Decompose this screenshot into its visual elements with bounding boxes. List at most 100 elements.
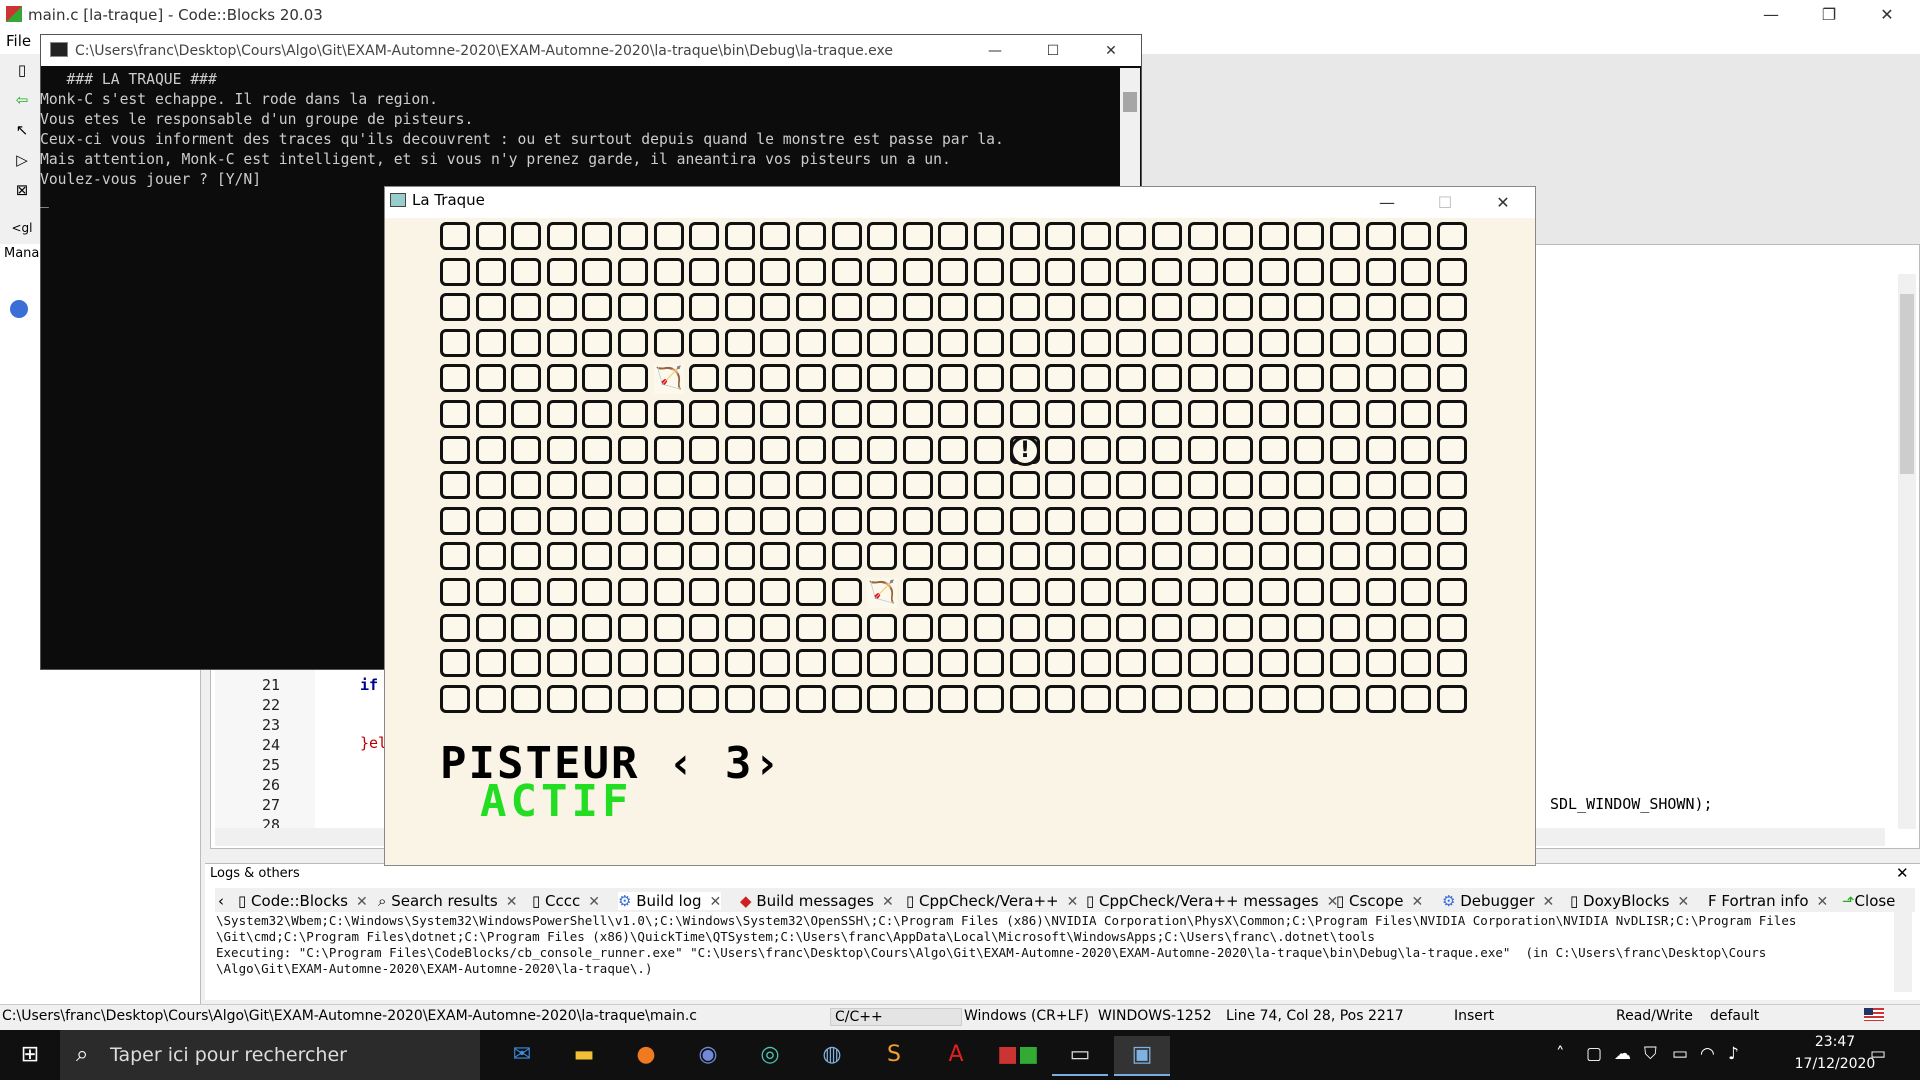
grid-cell[interactable] [1437, 507, 1467, 535]
grid-cell[interactable] [725, 329, 755, 357]
grid-cell[interactable] [1188, 400, 1218, 428]
grid-cell[interactable] [476, 329, 506, 357]
grid-cell[interactable] [1330, 542, 1360, 570]
grid-cell[interactable] [903, 258, 933, 286]
grid-cell[interactable] [1366, 364, 1396, 392]
meet-now-icon[interactable]: ▢ [1586, 1044, 1602, 1064]
grid-cell[interactable] [938, 614, 968, 642]
volume-icon[interactable]: ♪ [1728, 1044, 1739, 1064]
grid-cell[interactable] [476, 364, 506, 392]
grid-cell[interactable] [654, 400, 684, 428]
grid-cell[interactable] [1045, 293, 1075, 321]
grid-cell[interactable] [796, 400, 826, 428]
grid-cell[interactable] [1010, 685, 1040, 713]
grid-cell[interactable] [867, 649, 897, 677]
grid-cell[interactable] [1081, 329, 1111, 357]
grid-cell[interactable] [903, 649, 933, 677]
grid-cell[interactable] [1223, 649, 1253, 677]
grid-cell[interactable] [1437, 685, 1467, 713]
grid-cell[interactable] [903, 400, 933, 428]
grid-cell[interactable] [1437, 329, 1467, 357]
grid-cell[interactable] [1259, 364, 1289, 392]
grid-cell[interactable] [867, 507, 897, 535]
grid-cell[interactable] [1081, 578, 1111, 606]
log-scrollbar[interactable] [1894, 912, 1912, 992]
grid-cell[interactable] [1152, 507, 1182, 535]
tab-cppcheck[interactable]: ▯ CppCheck/Vera++ ✕ [906, 892, 1078, 910]
grid-cell[interactable] [440, 364, 470, 392]
grid-cell[interactable] [796, 471, 826, 499]
grid-cell[interactable] [1188, 542, 1218, 570]
tab-build-log[interactable]: ⚙ Build log ✕ [618, 892, 722, 910]
grid-cell[interactable] [1152, 364, 1182, 392]
grid-cell[interactable] [938, 507, 968, 535]
grid-cell[interactable] [547, 293, 577, 321]
grid-cell[interactable] [1366, 578, 1396, 606]
grid-cell[interactable] [1330, 649, 1360, 677]
grid-cell[interactable] [760, 364, 790, 392]
grid-cell[interactable] [832, 364, 862, 392]
close-icon[interactable]: ✕ [1677, 894, 1689, 910]
minimize-button[interactable]: — [1742, 0, 1800, 30]
grid-cell[interactable] [654, 578, 684, 606]
grid-cell[interactable] [1223, 542, 1253, 570]
grid-cell[interactable] [511, 542, 541, 570]
grid-cell[interactable] [476, 614, 506, 642]
grid-cell[interactable] [1116, 578, 1146, 606]
grid-cell[interactable] [1081, 258, 1111, 286]
grid-cell[interactable] [832, 685, 862, 713]
grid-cell[interactable] [440, 400, 470, 428]
grid-cell[interactable] [1437, 649, 1467, 677]
grid-cell[interactable] [1223, 685, 1253, 713]
grid-cell[interactable] [725, 649, 755, 677]
grid-cell[interactable] [1223, 507, 1253, 535]
grid-cell[interactable] [1259, 685, 1289, 713]
grid-cell[interactable] [1116, 507, 1146, 535]
close-icon[interactable]: ✕ [356, 894, 368, 910]
grid-cell[interactable] [796, 364, 826, 392]
editor-scroll-thumb[interactable] [1900, 294, 1914, 474]
grid-cell[interactable] [1010, 542, 1040, 570]
grid-cell[interactable] [725, 578, 755, 606]
tab-build-messages[interactable]: ◆ Build messages ✕ [740, 892, 894, 910]
menu-file[interactable]: File [6, 32, 31, 50]
grid-cell[interactable] [440, 471, 470, 499]
grid-cell[interactable] [725, 685, 755, 713]
grid-cell[interactable] [796, 329, 826, 357]
grid-cell[interactable] [1188, 471, 1218, 499]
grid-cell[interactable] [760, 293, 790, 321]
grid-cell[interactable] [582, 293, 612, 321]
grid-cell[interactable] [476, 258, 506, 286]
grid-cell[interactable] [1152, 258, 1182, 286]
grid-cell[interactable] [938, 436, 968, 464]
grid-cell[interactable] [689, 614, 719, 642]
grid-cell[interactable] [511, 614, 541, 642]
grid-cell[interactable] [1188, 507, 1218, 535]
grid-cell[interactable] [689, 685, 719, 713]
grid-cell[interactable] [1366, 542, 1396, 570]
grid-cell[interactable] [547, 400, 577, 428]
grid-cell[interactable] [867, 436, 897, 464]
grid-cell[interactable] [1152, 293, 1182, 321]
grid-cell[interactable] [654, 507, 684, 535]
grid-cell[interactable] [618, 364, 648, 392]
grid-cell[interactable] [1223, 258, 1253, 286]
grid-cell[interactable] [476, 400, 506, 428]
tab-cppcheck-messages[interactable]: ▯ CppCheck/Vera++ messages ✕ [1086, 892, 1338, 910]
grid-cell[interactable] [440, 685, 470, 713]
grid-cell[interactable] [1401, 222, 1431, 250]
grid-cell[interactable] [618, 258, 648, 286]
sublime-icon[interactable]: S [866, 1036, 922, 1074]
grid-cell[interactable] [689, 258, 719, 286]
grid-cell[interactable] [618, 542, 648, 570]
pointer-icon[interactable]: ↖ [10, 118, 34, 142]
grid-cell[interactable] [1294, 649, 1324, 677]
grid-cell[interactable] [511, 578, 541, 606]
grid-cell[interactable] [1366, 614, 1396, 642]
grid-cell[interactable] [511, 471, 541, 499]
grid-cell[interactable] [618, 614, 648, 642]
grid-cell[interactable] [938, 222, 968, 250]
grid-cell[interactable] [1437, 364, 1467, 392]
grid-cell[interactable] [689, 364, 719, 392]
grid-cell[interactable] [1330, 364, 1360, 392]
